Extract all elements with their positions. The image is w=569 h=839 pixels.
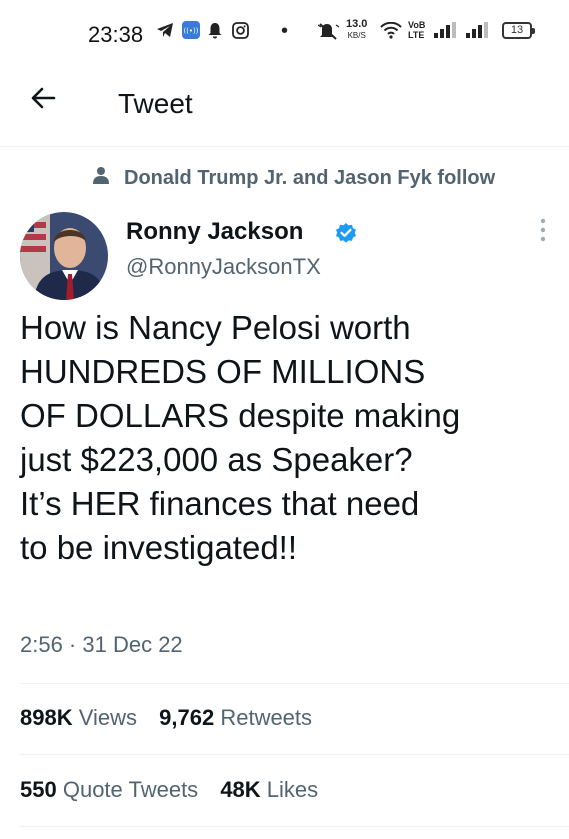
tweet-text-line: It’s HER finances that need <box>20 485 420 522</box>
app-notification-icon: ((•)) <box>182 21 200 44</box>
likes-label: Likes <box>266 777 319 802</box>
dot-icon: • <box>281 20 289 42</box>
quote-tweets-stat[interactable]: 550 Quote Tweets <box>20 777 198 803</box>
tweet-text-line: HUNDREDS OF MILLIONS <box>20 353 426 390</box>
retweets-count: 9,762 <box>159 705 215 730</box>
tweet-text-line: OF DOLLARS despite making <box>20 397 461 434</box>
divider <box>20 826 569 827</box>
stats-row-views-retweets: 898K Views 9,762 Retweets <box>20 705 328 731</box>
views-label: Views <box>78 705 138 730</box>
tweet-text-line: just $223,000 as Speaker? <box>20 441 413 478</box>
network-speed: 13.0 KB/S <box>346 19 367 41</box>
person-icon <box>92 166 110 189</box>
signal-icon <box>434 22 460 44</box>
volte-indicator: VoB LTE <box>408 20 425 40</box>
tweet-timestamp[interactable]: 2:56 · 31 Dec 22 <box>20 632 183 658</box>
social-context[interactable]: Donald Trump Jr. and Jason Fyk follow <box>92 166 495 190</box>
volte-line1: VoB <box>408 20 426 30</box>
views-count: 898K <box>20 705 73 730</box>
divider <box>20 683 569 684</box>
battery-indicator: 13 <box>502 22 535 39</box>
likes-stat[interactable]: 48K Likes <box>220 777 318 803</box>
author-name[interactable]: Ronny Jackson <box>126 218 303 246</box>
page-title: Tweet <box>118 88 193 119</box>
back-button[interactable] <box>30 84 56 118</box>
top-bar: Tweet <box>0 74 569 136</box>
stats-row-quotes-likes: 550 Quote Tweets 48K Likes <box>20 777 334 803</box>
more-vertical-icon <box>540 218 546 242</box>
divider <box>20 754 569 755</box>
retweets-label: Retweets <box>220 705 313 730</box>
network-speed-value: 13.0 <box>346 18 368 30</box>
tweet-text-line: How is Nancy Pelosi worth <box>20 309 411 346</box>
views-stat[interactable]: 898K Views <box>20 705 137 731</box>
telegram-icon <box>156 22 174 43</box>
status-time: 23:38 <box>88 22 144 47</box>
likes-count: 48K <box>220 777 261 802</box>
tweet-text: How is Nancy Pelosi worth HUNDREDS OF MI… <box>20 306 565 570</box>
header-divider <box>0 146 569 147</box>
verified-badge-icon <box>335 222 357 244</box>
signal-icon-2 <box>466 22 492 44</box>
retweets-stat[interactable]: 9,762 Retweets <box>159 705 312 731</box>
volte-line2: LTE <box>408 30 425 40</box>
quote-tweets-label: Quote Tweets <box>62 777 199 802</box>
author-handle[interactable]: @RonnyJacksonTX <box>126 254 321 280</box>
mute-icon <box>317 22 340 45</box>
more-options-button[interactable] <box>540 218 546 242</box>
quote-tweets-count: 550 <box>20 777 57 802</box>
instagram-icon <box>232 22 249 44</box>
tweet-text-line: to be investigated!! <box>20 529 298 566</box>
wifi-icon <box>380 21 402 44</box>
status-bar: 23:38 ((•)) • 13.0 KB/S VoB LTE 13 <box>0 0 569 70</box>
bell-icon <box>208 22 222 44</box>
network-speed-unit: KB/S <box>347 31 366 40</box>
social-context-text: Donald Trump Jr. and Jason Fyk follow <box>124 167 496 189</box>
avatar[interactable] <box>20 212 108 300</box>
svg-text:((•)): ((•)) <box>183 27 198 35</box>
arrow-left-icon <box>31 87 56 109</box>
